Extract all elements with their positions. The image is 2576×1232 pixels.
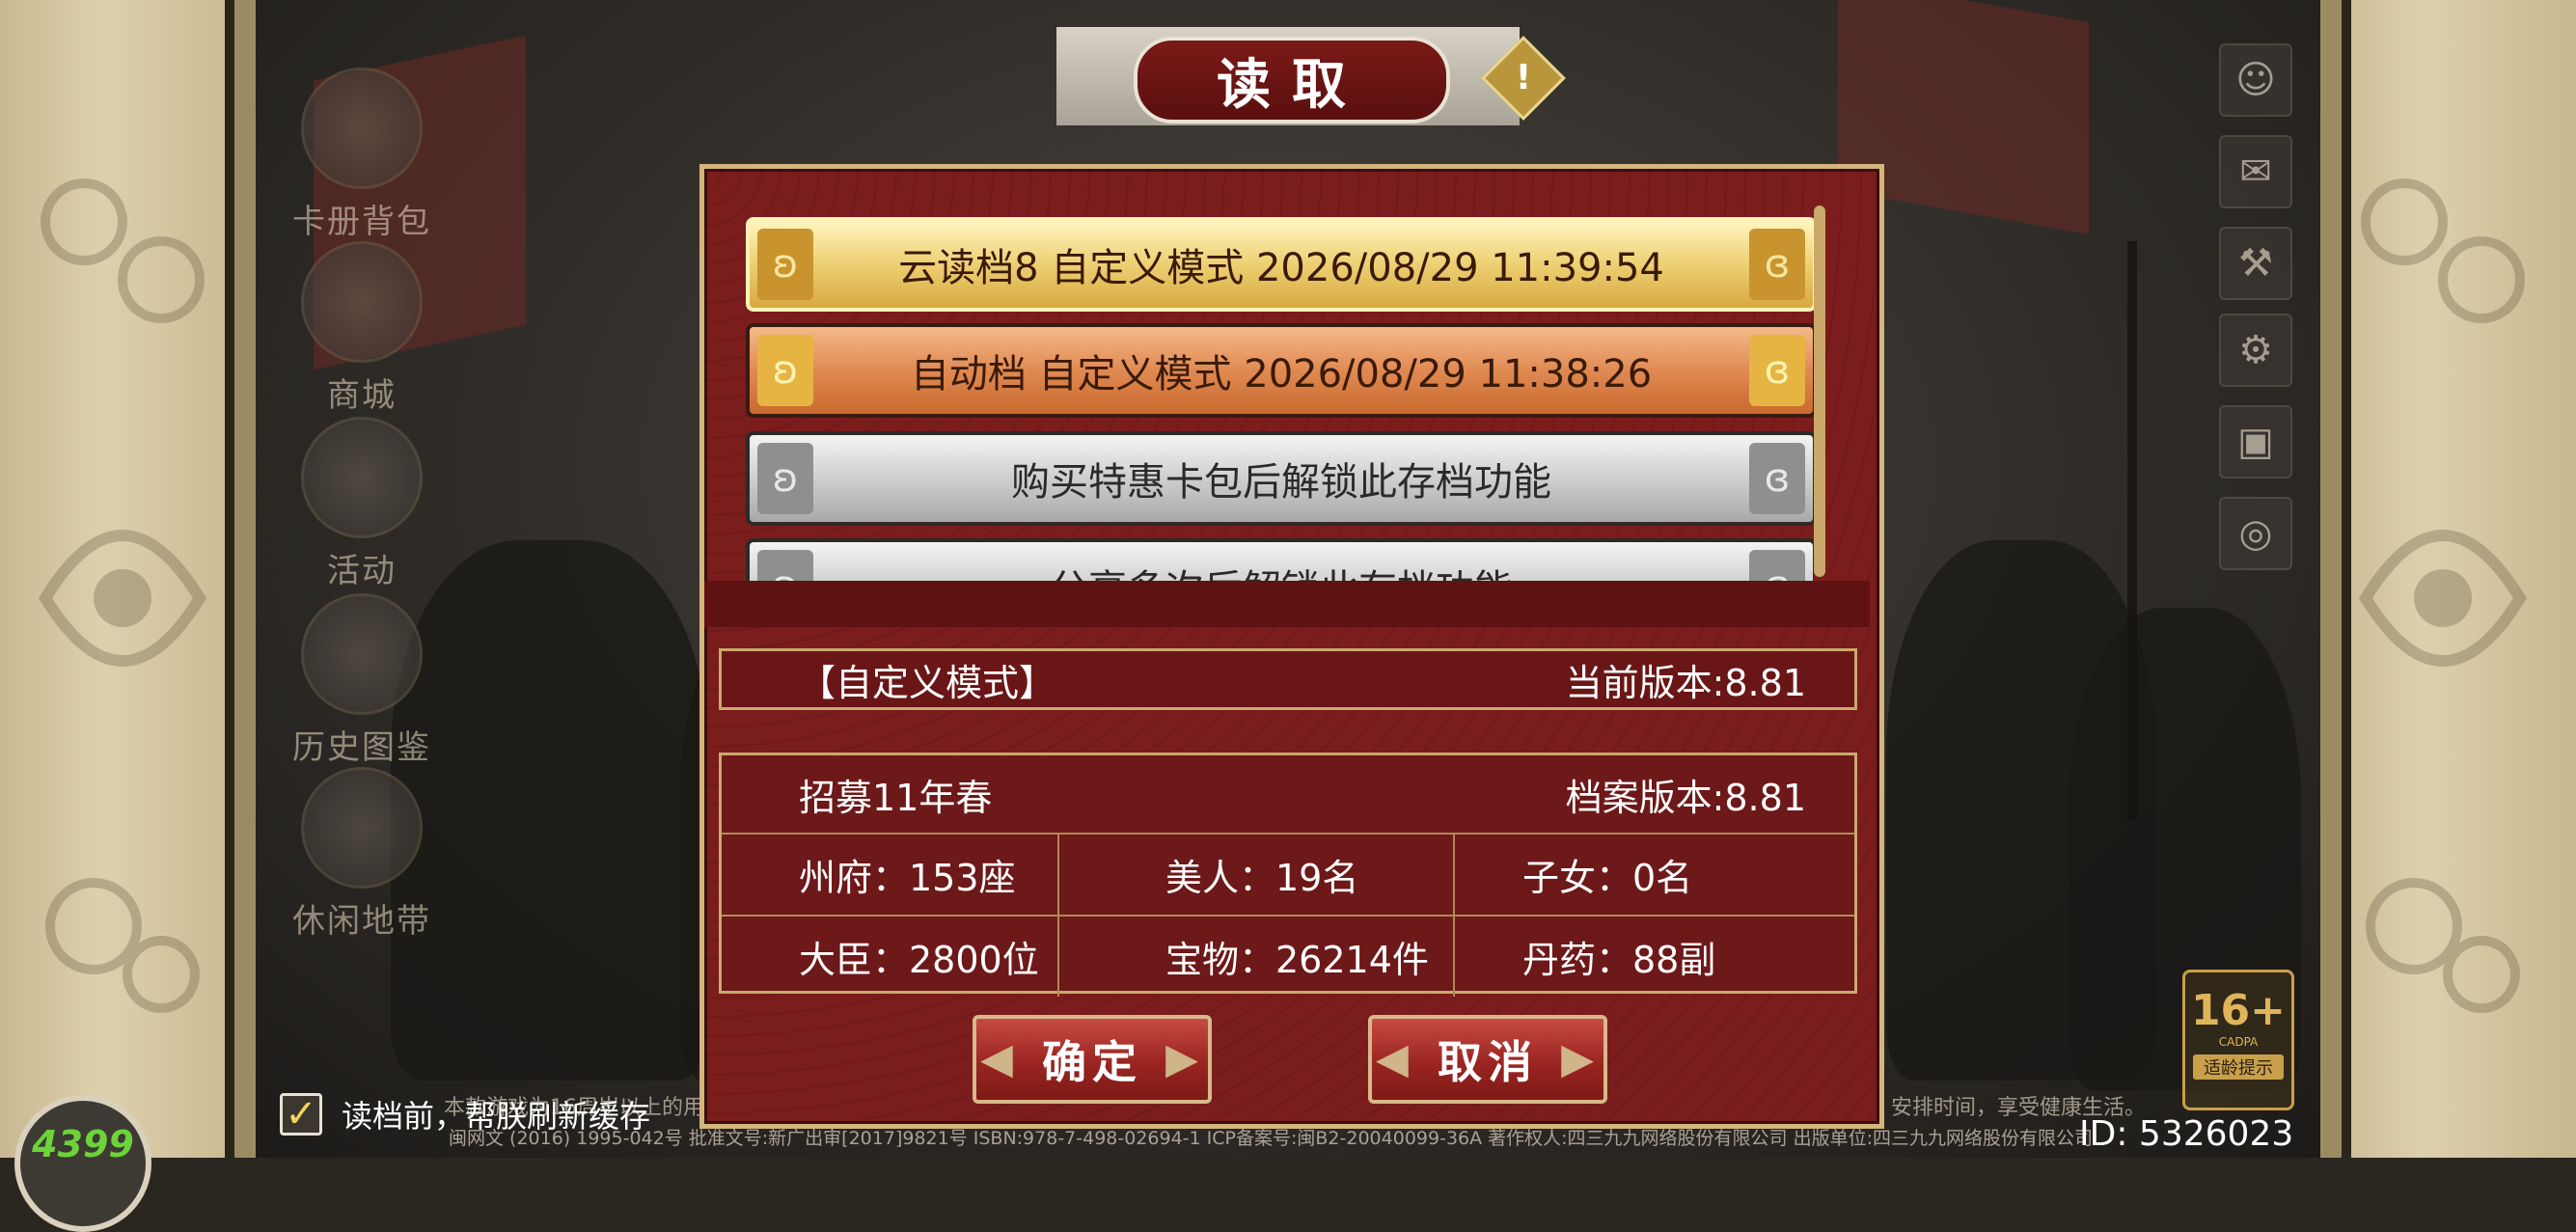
gift-icon: ▣: [2237, 420, 2274, 464]
save-slot-label: 云读档8 自定义模式 2026/08/29 11:39:54: [898, 246, 1664, 290]
stat-prefectures: 州府：153座: [722, 835, 1059, 917]
save-slot-label: 自动档 自定义模式 2026/08/29 11:38:26: [910, 352, 1653, 397]
panel-divider: [704, 581, 1870, 627]
arrow-left-icon: ◀: [1376, 1034, 1414, 1083]
menu-label: 活动: [327, 552, 397, 590]
menu-leisure[interactable]: 休闲地带: [280, 767, 444, 942]
stat-ministers: 大臣：2800位: [722, 917, 1059, 997]
pavilion-icon: [301, 767, 423, 889]
current-version: 当前版本:8.81: [1565, 661, 1806, 704]
checkmark-icon: ✓: [285, 1092, 317, 1136]
hide-ui-button[interactable]: ◎: [2219, 497, 2292, 570]
eye-off-icon: ◎: [2238, 511, 2273, 556]
save-period: 招募11年春: [799, 776, 993, 819]
menu-label: 历史图鉴: [292, 728, 431, 767]
stat-elixirs: 丹药：88副: [1522, 939, 1716, 981]
age-rating-badge[interactable]: 16+ CADPA 适龄提示: [2182, 970, 2294, 1110]
gear-icon: ⚙: [2238, 328, 2273, 372]
save-slot-label: 分享多次后解锁此存档功能: [1050, 558, 1513, 584]
save-slot-auto[interactable]: ʚ 自动档 自定义模式 2026/08/29 11:38:26 ɞ: [746, 323, 1814, 418]
crossed-swords-icon: [301, 417, 423, 538]
hammer-icon: ⚒: [2238, 241, 2273, 286]
scroll-ornament-icon: ʚ: [757, 335, 813, 406]
dragon-pattern-icon: [2358, 530, 2528, 667]
stat-treasures: 宝物：26214件: [1059, 917, 1455, 997]
rating-org: CADPA: [2218, 1035, 2259, 1049]
stat-children: 子女：0名: [1455, 835, 1854, 917]
scroll-ornament-icon: ɞ: [1749, 443, 1805, 514]
dragon-pattern-icon: [38, 530, 207, 667]
scroll-ornament-icon: ɞ: [1749, 550, 1805, 584]
cloud-pattern-icon: [2366, 878, 2520, 1013]
avatar-button[interactable]: ☺: [2219, 43, 2292, 117]
logo-4399[interactable]: 4399: [14, 1095, 151, 1232]
save-slot-label: 购买特惠卡包后解锁此存档功能: [1011, 460, 1551, 505]
avatar-icon: ☺: [2235, 58, 2276, 102]
arrow-right-icon: ▶: [1165, 1034, 1204, 1083]
scroll-ornament-icon: ʚ: [757, 550, 813, 584]
menu-label: 休闲地带: [292, 902, 431, 941]
player-id: ID: 5326023: [2079, 1114, 2294, 1154]
cloud-pattern-icon: [41, 178, 205, 323]
scroll-ornament-icon: ʚ: [757, 229, 813, 300]
refresh-cache-checkbox[interactable]: ✓: [280, 1092, 322, 1136]
left-scroll-border: [0, 0, 256, 1158]
age-tip: 适龄提示: [2193, 1054, 2284, 1080]
save-slot-list[interactable]: ʚ 云读档8 自定义模式 2026/08/29 11:39:54 ɞ ʚ 自动档…: [728, 203, 1814, 584]
mode-label: 【自定义模式】: [799, 661, 1056, 704]
arrow-right-icon: ▶: [1561, 1034, 1600, 1083]
refresh-cache-option[interactable]: ✓ 读档前，帮朕刷新缓存: [280, 1092, 650, 1136]
book-icon: [301, 593, 423, 715]
building-icon: [301, 241, 423, 363]
mail-button[interactable]: ✉: [2219, 135, 2292, 208]
age-rating: 16+: [2190, 986, 2287, 1035]
save-version: 档案版本:8.81: [1565, 776, 1806, 819]
menu-shop[interactable]: 商城: [280, 241, 444, 416]
mode-bar: 【自定义模式】 当前版本:8.81: [719, 648, 1857, 710]
gift-button[interactable]: ▣: [2219, 405, 2292, 479]
scroll-ornament-icon: ʚ: [757, 443, 813, 514]
slot-list-scrollbar[interactable]: [1814, 205, 1825, 577]
confirm-label: 确定: [1042, 1036, 1142, 1088]
helmet-icon: [301, 68, 423, 189]
save-slot-locked-share[interactable]: ʚ 分享多次后解锁此存档功能 ɞ: [746, 538, 1814, 584]
refresh-cache-label: 读档前，帮朕刷新缓存: [342, 1098, 651, 1135]
right-scroll-border: [2320, 0, 2576, 1158]
forge-button[interactable]: ⚒: [2219, 227, 2292, 300]
menu-label: 商城: [327, 376, 397, 415]
menu-events[interactable]: 活动: [280, 417, 444, 591]
save-info-table: 招募11年春 档案版本:8.81 州府：153座 美人：19名 子女：0名 大臣…: [719, 753, 1857, 997]
cloud-pattern-icon: [2361, 178, 2525, 323]
arrow-left-icon: ◀: [980, 1034, 1019, 1083]
confirm-button[interactable]: ◀ 确定 ▶: [973, 1015, 1212, 1104]
cancel-button[interactable]: ◀ 取消 ▶: [1368, 1015, 1607, 1104]
menu-card-bag[interactable]: 卡册背包: [280, 68, 444, 242]
cloud-pattern-icon: [45, 878, 200, 1013]
cancel-label: 取消: [1438, 1036, 1538, 1088]
scroll-ornament-icon: ɞ: [1749, 335, 1805, 406]
mail-icon: ✉: [2239, 150, 2272, 194]
settings-button[interactable]: ⚙: [2219, 314, 2292, 387]
menu-label: 卡册背包: [292, 203, 431, 241]
save-slot-locked-purchase[interactable]: ʚ 购买特惠卡包后解锁此存档功能 ɞ: [746, 431, 1814, 526]
menu-history-codex[interactable]: 历史图鉴: [280, 593, 444, 768]
scroll-ornament-icon: ɞ: [1749, 229, 1805, 300]
save-slot-cloud[interactable]: ʚ 云读档8 自定义模式 2026/08/29 11:39:54 ɞ: [746, 217, 1814, 312]
dialog-title: 读取: [1134, 37, 1450, 123]
stat-beauties: 美人：19名: [1059, 835, 1455, 917]
dialog-title-plaque: 读取: [1056, 27, 1520, 125]
